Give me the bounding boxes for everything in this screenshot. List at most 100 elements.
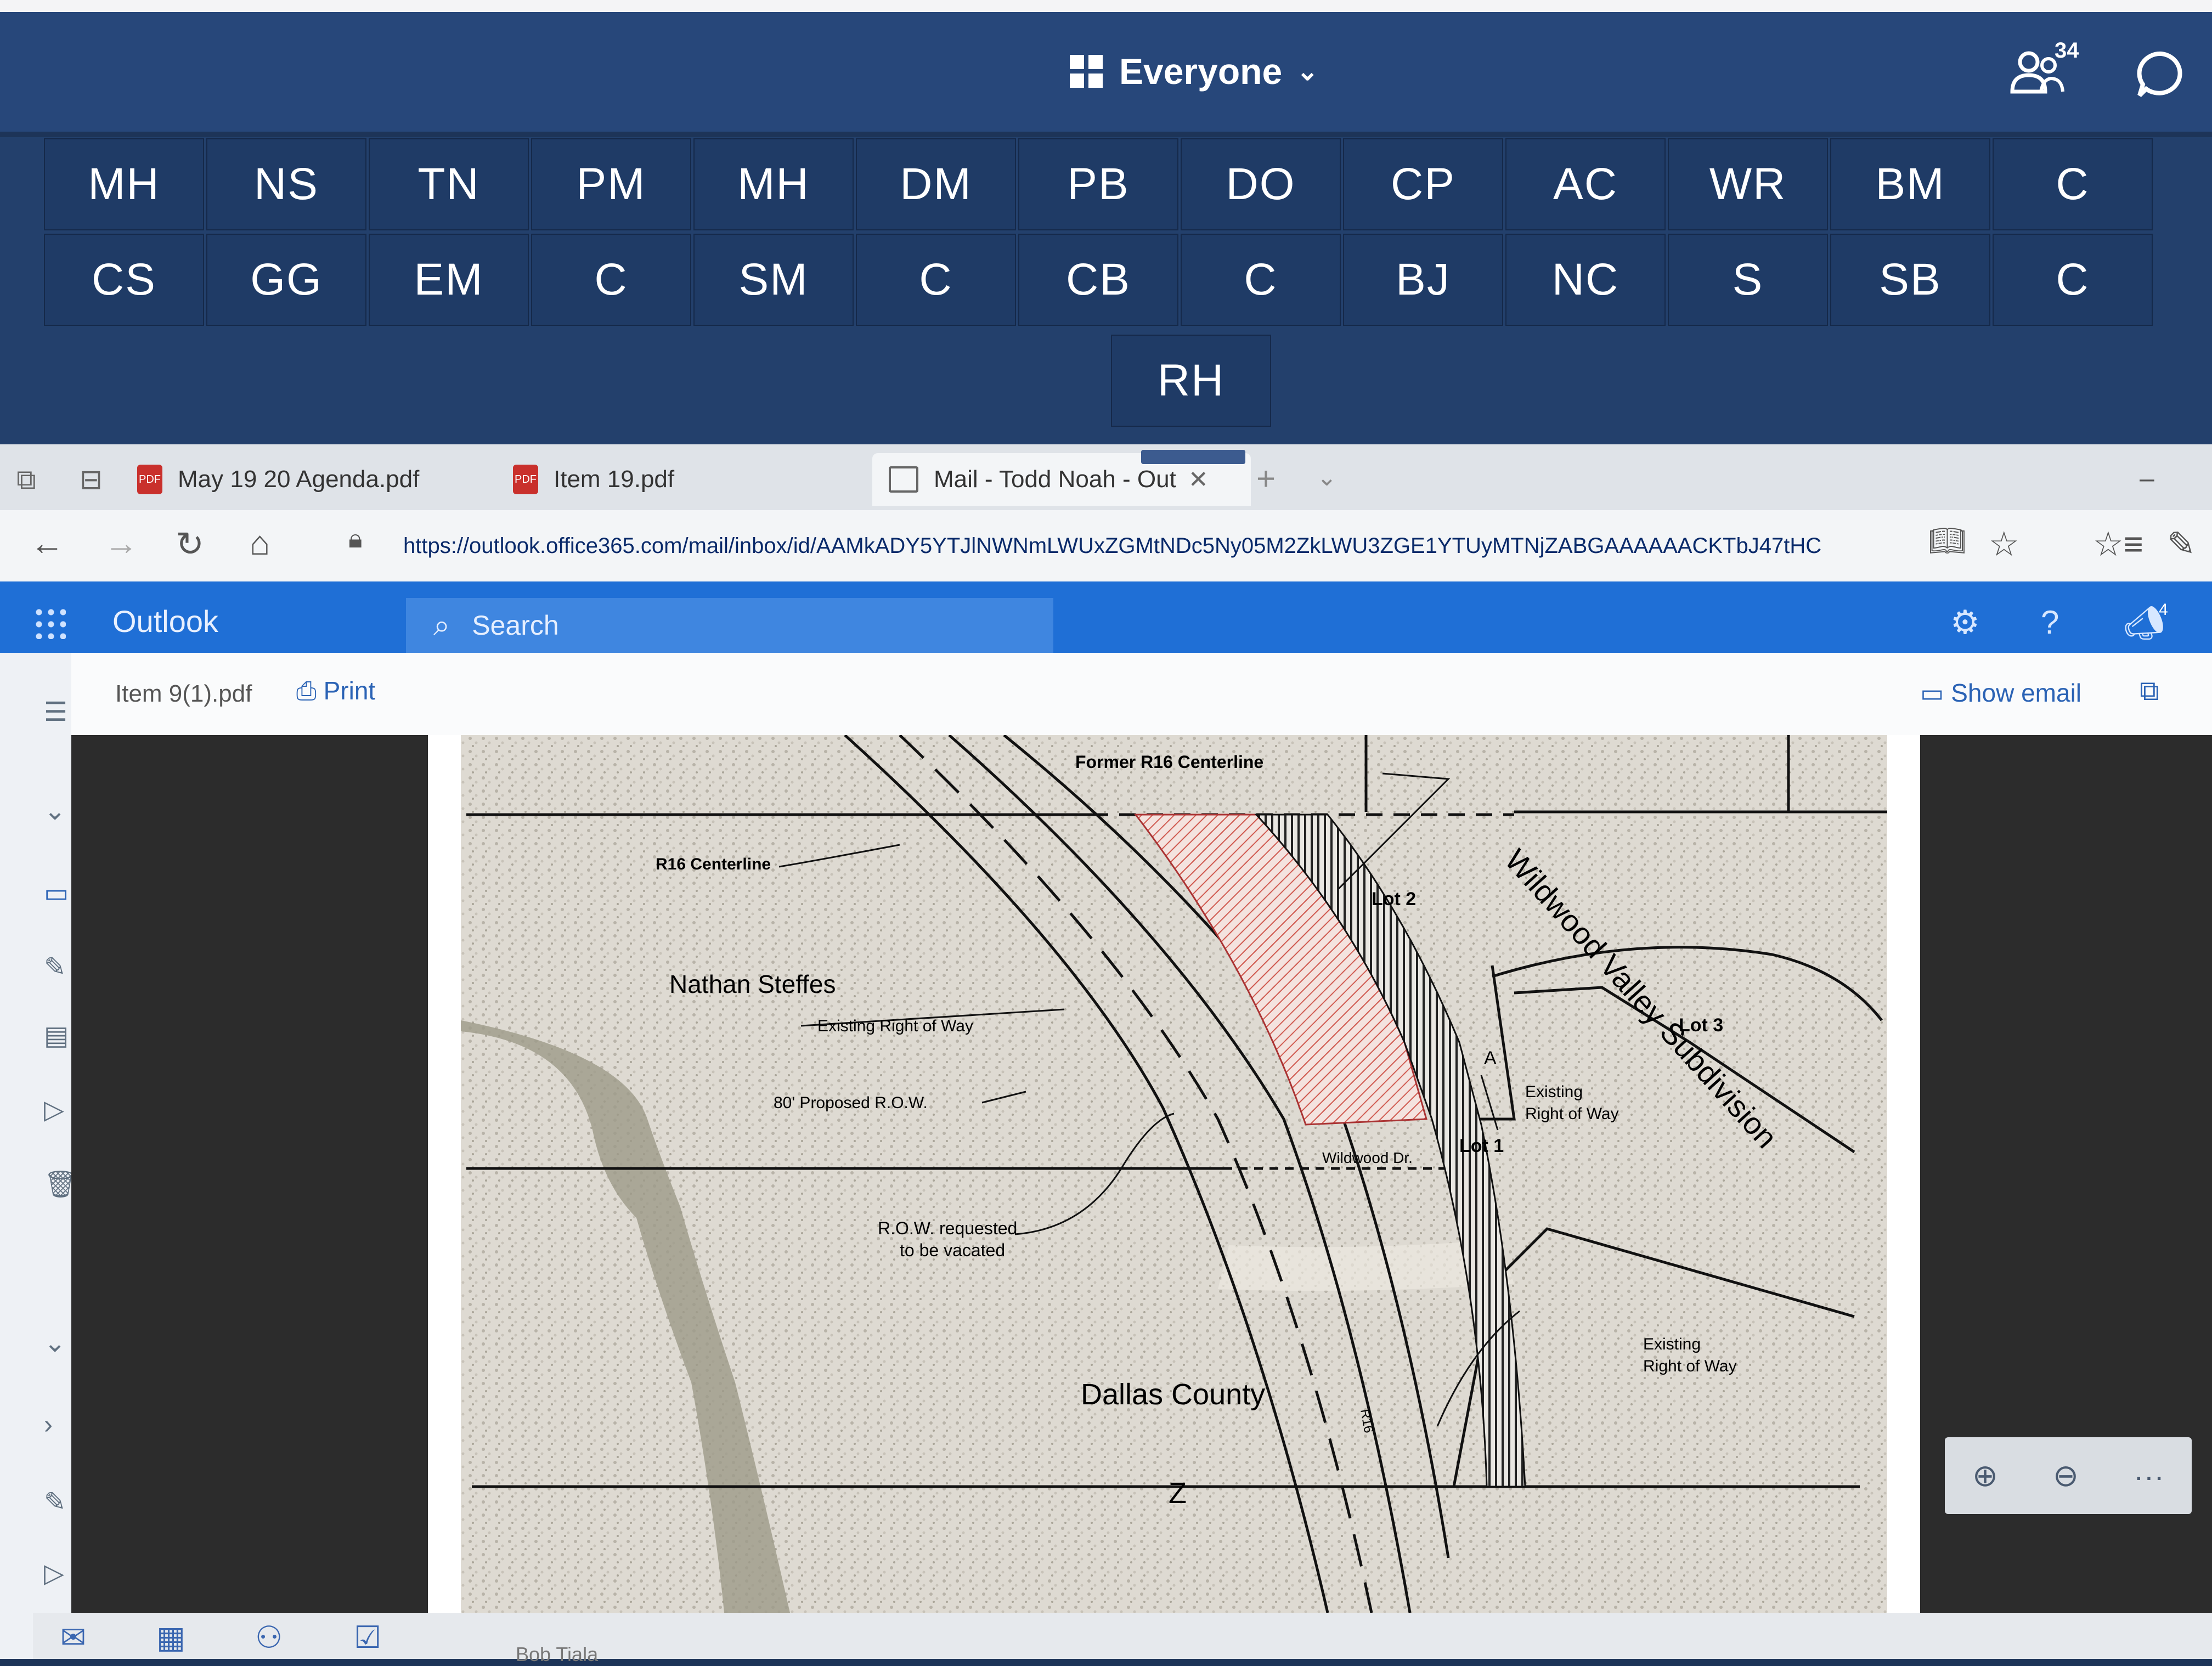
reading-view-icon[interactable]: 📖︎ <box>1928 524 1966 558</box>
participant-tile[interactable]: PM <box>531 138 691 230</box>
tab-label: May 19 20 Agenda.pdf <box>178 466 420 493</box>
send-icon[interactable]: ▷ <box>44 1558 64 1589</box>
app-launcher-icon[interactable] <box>33 606 66 639</box>
refresh-icon[interactable]: ↻ <box>176 524 204 564</box>
favorites-list-icon[interactable]: ☆≡ <box>2093 524 2143 564</box>
search-icon: ⌕ <box>433 608 450 642</box>
menu-hamburger-icon[interactable]: ☰ <box>44 697 67 727</box>
close-tab-icon[interactable]: ✕ <box>1188 466 1209 494</box>
participant-tile[interactable]: C <box>1993 138 2153 230</box>
edit-icon[interactable]: ✎ <box>44 1487 66 1517</box>
archive-icon[interactable]: ▤ <box>44 1020 69 1051</box>
more-options-icon[interactable]: ··· <box>2134 1458 2164 1494</box>
label-wildwood-dr: Wildwood Dr. <box>1322 1149 1413 1166</box>
participant-tile[interactable]: S <box>1668 234 1828 326</box>
participant-tile[interactable]: SB <box>1830 234 1990 326</box>
participant-tile[interactable]: GG <box>206 234 366 326</box>
participant-tile[interactable]: BM <box>1830 138 1990 230</box>
participant-tile[interactable]: MH <box>693 138 854 230</box>
pdf-page[interactable]: Former R16 Centerline R16 Centerline Lot… <box>428 734 1920 1613</box>
home-icon[interactable]: ⌂ <box>250 524 270 563</box>
participant-tile[interactable]: NC <box>1505 234 1666 326</box>
app-title[interactable]: Outlook <box>112 603 218 639</box>
open-in-new-window-icon[interactable]: ⧉ <box>2140 675 2159 707</box>
label-proposed-row: 80' Proposed R.O.W. <box>774 1094 928 1112</box>
show-email-button[interactable]: ▭ Show email <box>1920 678 2081 708</box>
attachment-name: Item 9(1).pdf <box>115 680 252 707</box>
zoom-out-icon[interactable]: ⊖ <box>2053 1458 2079 1494</box>
notification-badge: 4 <box>2159 601 2168 619</box>
participant-tile[interactable]: CS <box>44 234 204 326</box>
participant-tile[interactable]: C <box>856 234 1016 326</box>
label-county: Dallas County <box>1081 1378 1265 1411</box>
participant-tile[interactable]: C <box>1181 234 1341 326</box>
participant-tile[interactable]: C <box>531 234 691 326</box>
tab-agenda-pdf[interactable]: PDF May 19 20 Agenda.pdf <box>137 453 488 506</box>
outlook-header <box>0 581 2212 653</box>
label-existing-row: Existing Right of Way <box>817 1017 973 1035</box>
participant-tile[interactable]: DM <box>856 138 1016 230</box>
label-existing-row-2b: Right of Way <box>1525 1105 1619 1123</box>
participant-tile[interactable]: TN <box>369 138 529 230</box>
participant-tile[interactable]: SM <box>693 234 854 326</box>
attachment-viewer-toolbar <box>71 653 2212 735</box>
participant-tile[interactable]: NS <box>206 138 366 230</box>
participant-tile[interactable]: PB <box>1018 138 1178 230</box>
mail-icon[interactable]: ✉ <box>60 1619 86 1656</box>
participant-tile[interactable]: CB <box>1018 234 1178 326</box>
gallery-grid-icon <box>1070 55 1103 88</box>
participant-tile[interactable]: AC <box>1505 138 1666 230</box>
share-tray-handle[interactable] <box>1141 450 1245 464</box>
participant-tile[interactable]: WR <box>1668 138 1828 230</box>
label-lot-2: Lot 2 <box>1372 889 1416 910</box>
participant-tile[interactable]: RH <box>1111 335 1271 427</box>
pen-icon[interactable]: ✎ <box>2167 524 2196 564</box>
url-field[interactable]: https://outlook.office365.com/mail/inbox… <box>403 524 1983 568</box>
printer-icon: ⎙ <box>296 676 324 705</box>
calendar-icon[interactable]: ▦ <box>156 1619 185 1656</box>
forward-icon[interactable]: → <box>104 524 138 563</box>
participant-tile[interactable]: CP <box>1343 138 1503 230</box>
show-email-icon: ▭ <box>1920 679 1951 707</box>
back-icon[interactable]: ← <box>30 524 64 563</box>
favorite-star-icon[interactable]: ☆ <box>1989 524 2019 564</box>
people-icon[interactable]: ⚇ <box>255 1619 283 1656</box>
tab-label: Mail - Todd Noah - Out <box>934 466 1176 493</box>
drafts-pencil-icon[interactable]: ✎ <box>44 952 66 982</box>
participant-tile[interactable]: EM <box>369 234 529 326</box>
participant-tile[interactable]: DO <box>1181 138 1341 230</box>
minimize-icon[interactable]: – <box>2140 464 2154 494</box>
user-name: Bob Tiala <box>516 1643 599 1665</box>
search-box[interactable]: ⌕ Search <box>406 598 1053 653</box>
view-selector[interactable]: Everyone ⌄ <box>1070 44 1318 99</box>
new-tab-icon[interactable]: + <box>1256 460 1276 498</box>
zoom-in-icon[interactable]: ⊕ <box>1972 1458 1998 1494</box>
set-aside-tabs-icon[interactable]: ⊟ <box>80 464 103 495</box>
print-button[interactable]: ⎙ Print <box>296 676 375 707</box>
participant-count-badge: 34 <box>2055 38 2079 63</box>
tasks-icon[interactable]: ☑ <box>354 1619 381 1656</box>
tab-list-chevron-icon[interactable]: ⌄ <box>1317 464 1337 492</box>
pdf-icon: PDF <box>137 465 162 494</box>
label-lot-1: Lot 1 <box>1459 1136 1504 1156</box>
tab-item19-pdf[interactable]: PDF Item 19.pdf <box>513 453 864 506</box>
participant-tile[interactable]: BJ <box>1343 234 1503 326</box>
chat-icon[interactable] <box>2134 49 2189 99</box>
participant-tile[interactable]: C <box>1993 234 2153 326</box>
tab-actions-icon[interactable]: ⧉ <box>16 464 36 496</box>
sent-icon[interactable]: ▷ <box>44 1094 64 1125</box>
inbox-icon[interactable]: ▭ <box>44 878 69 908</box>
settings-gear-icon[interactable]: ⚙ <box>1950 603 1980 642</box>
expand-chevron-icon[interactable]: › <box>44 1410 53 1440</box>
label-existing-row-3a: Existing <box>1643 1335 1701 1353</box>
participant-tile[interactable]: MH <box>44 138 204 230</box>
collapse-chevron-icon[interactable]: ⌄ <box>44 795 66 826</box>
chevron-down-icon: ⌄ <box>1296 57 1319 86</box>
groups-chevron-icon[interactable]: ⌄ <box>44 1328 66 1358</box>
show-email-label: Show email <box>1951 679 2082 707</box>
label-owner: Nathan Steffes <box>669 970 836 998</box>
help-icon[interactable]: ? <box>2041 603 2059 641</box>
label-row-vacated-a: R.O.W. requested <box>878 1218 1017 1238</box>
mail-icon <box>889 466 918 493</box>
label-r16-centerline: R16 Centerline <box>656 855 771 873</box>
